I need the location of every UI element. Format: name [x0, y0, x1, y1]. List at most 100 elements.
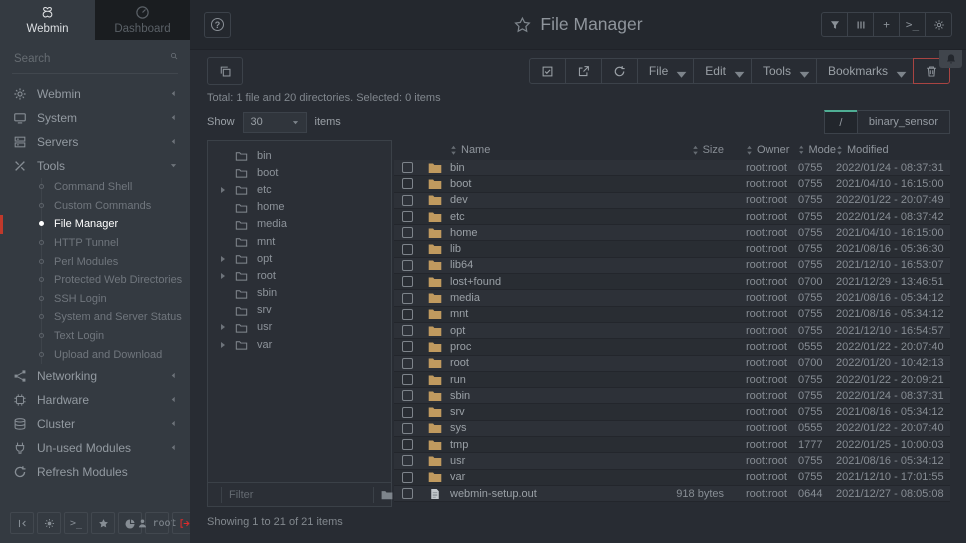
file-name[interactable]: opt — [450, 325, 646, 337]
column-header-size[interactable]: Size — [646, 144, 732, 156]
column-header-mode[interactable]: Mode — [790, 144, 836, 156]
sidebar-item-webmin[interactable]: Webmin — [0, 82, 190, 106]
row-checkbox[interactable] — [402, 488, 413, 499]
file-name[interactable]: sys — [450, 422, 646, 434]
tree-item-etc[interactable]: etc — [208, 181, 391, 198]
file-name[interactable]: lib64 — [450, 259, 646, 271]
sidebar-item-text-login[interactable]: Text Login — [0, 327, 190, 346]
file-name[interactable]: sbin — [450, 390, 646, 402]
row-checkbox[interactable] — [402, 341, 413, 352]
bookmarks-menu-button[interactable]: Bookmarks — [816, 58, 914, 84]
row-checkbox[interactable] — [402, 293, 413, 304]
column-header-owner[interactable]: Owner — [732, 144, 790, 156]
file-name[interactable]: home — [450, 227, 646, 239]
path-tab-binary-sensor[interactable]: binary_sensor — [857, 110, 950, 134]
user-button[interactable]: root — [145, 512, 169, 534]
tree-item-var[interactable]: var — [208, 336, 391, 353]
expander-icon[interactable] — [221, 273, 225, 279]
file-name[interactable]: mnt — [450, 308, 646, 320]
sidebar-item-file-manager[interactable]: File Manager — [0, 215, 190, 234]
sidebar-item-hardware[interactable]: Hardware — [0, 388, 190, 412]
shell-button[interactable]: >_ — [899, 12, 926, 37]
tree-item-bin[interactable]: bin — [208, 147, 391, 164]
sidebar-item-http-tunnel[interactable]: HTTP Tunnel — [0, 234, 190, 253]
tab-webmin[interactable]: Webmin — [0, 0, 95, 40]
collapse-sidebar-button[interactable] — [10, 512, 34, 534]
row-checkbox[interactable] — [402, 178, 413, 189]
file-name[interactable]: boot — [450, 178, 646, 190]
expander-icon[interactable] — [221, 187, 225, 193]
tab-dashboard[interactable]: Dashboard — [95, 0, 190, 40]
row-checkbox[interactable] — [402, 244, 413, 255]
favorites-button[interactable] — [91, 512, 115, 534]
row-checkbox[interactable] — [402, 211, 413, 222]
file-name[interactable]: etc — [450, 211, 646, 223]
tree-item-opt[interactable]: opt — [208, 250, 391, 267]
column-header-modified[interactable]: Modified — [836, 144, 950, 156]
file-name[interactable]: usr — [450, 455, 646, 467]
terminal-button[interactable]: >_ — [64, 512, 88, 534]
row-checkbox[interactable] — [402, 195, 413, 206]
search-input[interactable] — [12, 52, 170, 66]
star-outline-icon[interactable] — [513, 16, 531, 34]
help-button[interactable]: ? — [204, 12, 231, 38]
copy-path-button[interactable] — [207, 57, 243, 85]
tree-item-media[interactable]: media — [208, 216, 391, 233]
row-checkbox[interactable] — [402, 260, 413, 271]
sidebar-item-system-and-server-status[interactable]: System and Server Status — [0, 308, 190, 327]
file-name[interactable]: srv — [450, 406, 646, 418]
file-name[interactable]: lib — [450, 243, 646, 255]
file-name[interactable]: lost+found — [450, 276, 646, 288]
file-name[interactable]: media — [450, 292, 646, 304]
notifications-button[interactable] — [939, 50, 962, 68]
sidebar-item-networking[interactable]: Networking — [0, 364, 190, 388]
tree-item-sbin[interactable]: sbin — [208, 285, 391, 302]
row-checkbox[interactable] — [402, 472, 413, 483]
row-checkbox[interactable] — [402, 358, 413, 369]
select-all-button[interactable] — [529, 58, 566, 84]
row-checkbox[interactable] — [402, 325, 413, 336]
settings-button[interactable] — [925, 12, 952, 37]
add-button[interactable]: + — [873, 12, 900, 37]
sidebar-item-command-shell[interactable]: Command Shell — [0, 178, 190, 197]
expander-icon[interactable] — [221, 342, 225, 348]
tools-menu-button[interactable]: Tools — [751, 58, 817, 84]
file-name[interactable]: proc — [450, 341, 646, 353]
file-menu-button[interactable]: File — [637, 58, 694, 84]
filter-button[interactable] — [821, 12, 848, 37]
sidebar-item-ssh-login[interactable]: SSH Login — [0, 290, 190, 309]
sidebar-item-perl-modules[interactable]: Perl Modules — [0, 252, 190, 271]
tree-item-boot[interactable]: boot — [208, 164, 391, 181]
tree-item-srv[interactable]: srv — [208, 302, 391, 319]
file-name[interactable]: webmin-setup.out — [450, 488, 646, 500]
path-tab-[interactable]: / — [824, 110, 858, 134]
tree-item-usr[interactable]: usr — [208, 319, 391, 336]
page-size-select[interactable]: 30 — [243, 112, 307, 133]
sidebar-item-tools[interactable]: Tools — [0, 154, 190, 178]
sidebar-item-un-used-modules[interactable]: Un-used Modules — [0, 436, 190, 460]
expander-icon[interactable] — [221, 324, 225, 330]
file-name[interactable]: tmp — [450, 439, 646, 451]
columns-button[interactable] — [847, 12, 874, 37]
edit-menu-button[interactable]: Edit — [693, 58, 752, 84]
row-checkbox[interactable] — [402, 276, 413, 287]
theme-toggle-button[interactable] — [37, 512, 61, 534]
file-name[interactable]: var — [450, 471, 646, 483]
file-name[interactable]: root — [450, 357, 646, 369]
export-button[interactable] — [565, 58, 602, 84]
row-checkbox[interactable] — [402, 407, 413, 418]
row-checkbox[interactable] — [402, 390, 413, 401]
sidebar-item-servers[interactable]: Servers — [0, 130, 190, 154]
sidebar-item-refresh-modules[interactable]: Refresh Modules — [0, 460, 190, 484]
sidebar-item-cluster[interactable]: Cluster — [0, 412, 190, 436]
sidebar-item-custom-commands[interactable]: Custom Commands — [0, 197, 190, 216]
sidebar-item-upload-and-download[interactable]: Upload and Download — [0, 345, 190, 364]
row-checkbox[interactable] — [402, 439, 413, 450]
row-checkbox[interactable] — [402, 374, 413, 385]
tree-item-mnt[interactable]: mnt — [208, 233, 391, 250]
tree-item-root[interactable]: root — [208, 267, 391, 284]
tree-filter-input[interactable] — [221, 487, 373, 503]
file-name[interactable]: bin — [450, 162, 646, 174]
sidebar-item-protected-web-directories[interactable]: Protected Web Directories — [0, 271, 190, 290]
refresh-button[interactable] — [601, 58, 638, 84]
